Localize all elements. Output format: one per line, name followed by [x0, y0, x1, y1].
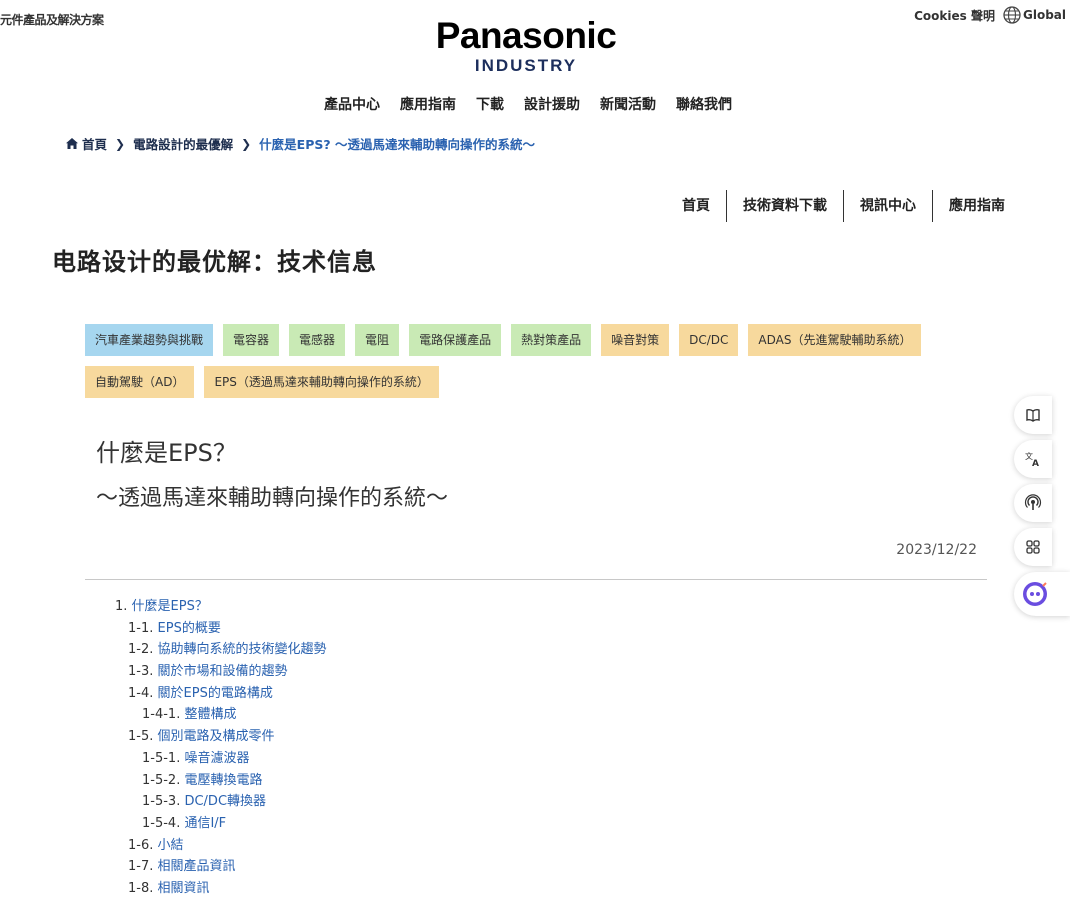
toc-number: 1-5-1. [142, 750, 181, 766]
chevron-right-icon: ❯ [115, 136, 126, 151]
home-icon [66, 138, 78, 149]
tag-ad[interactable]: 自動駕駛（AD） [85, 366, 195, 398]
toc-label: 整體構成 [184, 707, 237, 723]
category-tags: 汽車產業趨勢與挑戰 電容器 電感器 電阻 電路保護產品 熱對策產品 噪音對策 D… [85, 324, 965, 398]
tag-dcdc[interactable]: DC/DC [679, 324, 739, 356]
toc-number: 1-5. [128, 729, 154, 745]
toc-number: 1. [115, 599, 128, 614]
table-of-contents: 1. 什麼是EPS？ 1-1. EPS的概要 1-2. 協助轉向系統的技術變化趨… [115, 596, 327, 900]
tag-thermal[interactable]: 熱對策產品 [511, 324, 592, 356]
toc-label: 什麼是EPS？ [131, 599, 208, 614]
toc-item[interactable]: 1-5-4. 通信I/F [115, 813, 327, 835]
main-nav-news[interactable]: 新聞活動 [600, 94, 656, 114]
panasonic-logo[interactable]: Panasonic INDUSTRY [0, 16, 1052, 76]
toc-number: 1-5-2. [142, 772, 181, 788]
sub-nav-application-guide[interactable]: 應用指南 [932, 190, 1020, 222]
breadcrumb: 首頁 ❯ 電路設計的最優解 ❯ 什麼是EPS? ～透過馬達來輔助轉向操作的系統～ [66, 134, 535, 153]
tag-circuit-protection[interactable]: 電路保護產品 [409, 324, 502, 356]
toc-item[interactable]: 1-5-1. 噪音濾波器 [115, 748, 327, 770]
main-nav-products[interactable]: 產品中心 [324, 94, 380, 114]
sub-nav: 首頁 技術資料下載 視訊中心 應用指南 [666, 190, 1020, 222]
article-date: 2023/12/22 [896, 542, 977, 558]
article-title: 什麼是EPS？ [96, 439, 237, 467]
toc-item[interactable]: 1-1. EPS的概要 [115, 618, 327, 640]
toc-number: 1-4. [128, 685, 154, 701]
toc-number: 1-6. [128, 837, 154, 853]
tag-resistors[interactable]: 電阻 [355, 324, 400, 356]
chevron-right-icon: ❯ [241, 136, 252, 151]
divider [85, 579, 987, 580]
main-nav-applications[interactable]: 應用指南 [400, 94, 456, 114]
toc-number: 1-2. [128, 642, 154, 658]
podcast-icon [1024, 494, 1042, 510]
tag-adas[interactable]: ADAS（先進駕駛輔助系統） [748, 324, 922, 356]
toc-item[interactable]: 1-5. 個別電路及構成零件 [115, 726, 327, 748]
toc-item[interactable]: 1-5-3. DC/DC轉換器 [115, 791, 327, 813]
breadcrumb-home[interactable]: 首頁 [82, 134, 107, 153]
breadcrumb-current: 什麼是EPS? ～透過馬達來輔助轉向操作的系統～ [259, 137, 535, 152]
breadcrumb-level1[interactable]: 電路設計的最優解 [133, 134, 233, 153]
sub-nav-home[interactable]: 首頁 [666, 190, 726, 222]
side-apps-button[interactable] [1014, 528, 1052, 566]
toc-label: 個別電路及構成零件 [157, 729, 275, 745]
toc-label: 噪音濾波器 [184, 750, 250, 766]
toc-label: 相關產品資訊 [157, 859, 236, 875]
logo-wordmark: Panasonic [435, 15, 617, 56]
side-podcast-button[interactable] [1014, 484, 1052, 522]
toc-item[interactable]: 1-2. 協助轉向系統的技術變化趨勢 [115, 639, 327, 661]
toc-number: 1-1. [128, 620, 154, 636]
toc-item[interactable]: 1-7. 相關產品資訊 [115, 856, 327, 878]
svg-text:A: A [1032, 459, 1039, 468]
tag-inductors[interactable]: 電感器 [289, 324, 346, 356]
toc-number: 1-7. [128, 859, 154, 875]
logo-subtitle: INDUSTRY [474, 56, 578, 75]
toc-number: 1-3. [128, 664, 154, 680]
sub-nav-tech-download[interactable]: 技術資料下載 [726, 190, 843, 222]
toc-label: 小結 [157, 837, 184, 853]
side-book-button[interactable] [1014, 396, 1052, 434]
side-ai-assistant-button[interactable] [1014, 572, 1070, 616]
translate-icon: 文 A [1025, 451, 1039, 468]
toc-item[interactable]: 1-4. 關於EPS的電路構成 [115, 683, 327, 705]
toc-label: 相關資訊 [157, 880, 210, 896]
book-icon [1026, 408, 1040, 422]
toc-label: DC/DC轉換器 [184, 794, 267, 810]
tag-capacitors[interactable]: 電容器 [223, 324, 280, 356]
apps-icon [1026, 540, 1040, 554]
page-title: 电路设计的最优解：技术信息 [52, 248, 377, 276]
ai-assistant-icon [1023, 582, 1047, 606]
tag-eps[interactable]: EPS（透過馬達來輔助轉向操作的系統） [204, 366, 439, 398]
toc-number: 1-8. [128, 880, 154, 896]
main-nav-design-support[interactable]: 設計援助 [524, 94, 580, 114]
toc-item[interactable]: 1-3. 關於市場和設備的趨勢 [115, 661, 327, 683]
toc-label: EPS的概要 [157, 620, 221, 636]
toc-label: 關於EPS的電路構成 [157, 685, 273, 701]
main-nav-download[interactable]: 下載 [476, 94, 504, 114]
toc-number: 1-5-3. [142, 794, 181, 810]
main-nav: 產品中心 應用指南 下載 設計援助 新聞活動 聯絡我們 [0, 94, 1056, 114]
article-subtitle: ～透過馬達來輔助轉向操作的系統～ [96, 486, 449, 511]
side-translate-button[interactable]: 文 A [1014, 440, 1052, 478]
toc-item[interactable]: 1. 什麼是EPS？ [115, 596, 327, 618]
toc-label: 電壓轉換電路 [184, 772, 263, 788]
main-nav-contact[interactable]: 聯絡我們 [676, 94, 732, 114]
side-toolbar: 文 A [1014, 396, 1070, 622]
toc-item[interactable]: 1-6. 小結 [115, 835, 327, 857]
toc-item[interactable]: 1-4-1. 整體構成 [115, 704, 327, 726]
toc-item[interactable]: 1-5-2. 電壓轉換電路 [115, 770, 327, 792]
sub-nav-video-center[interactable]: 視訊中心 [843, 190, 932, 222]
tag-auto-trends[interactable]: 汽車產業趨勢與挑戰 [85, 324, 214, 356]
toc-number: 1-4-1. [142, 707, 181, 723]
toc-number: 1-5-4. [142, 815, 181, 831]
toc-item[interactable]: 1-8. 相關資訊 [115, 878, 327, 900]
tag-noise[interactable]: 噪音對策 [601, 324, 670, 356]
toc-label: 關於市場和設備的趨勢 [157, 664, 288, 680]
toc-label: 通信I/F [184, 815, 227, 831]
toc-label: 協助轉向系統的技術變化趨勢 [157, 642, 327, 658]
